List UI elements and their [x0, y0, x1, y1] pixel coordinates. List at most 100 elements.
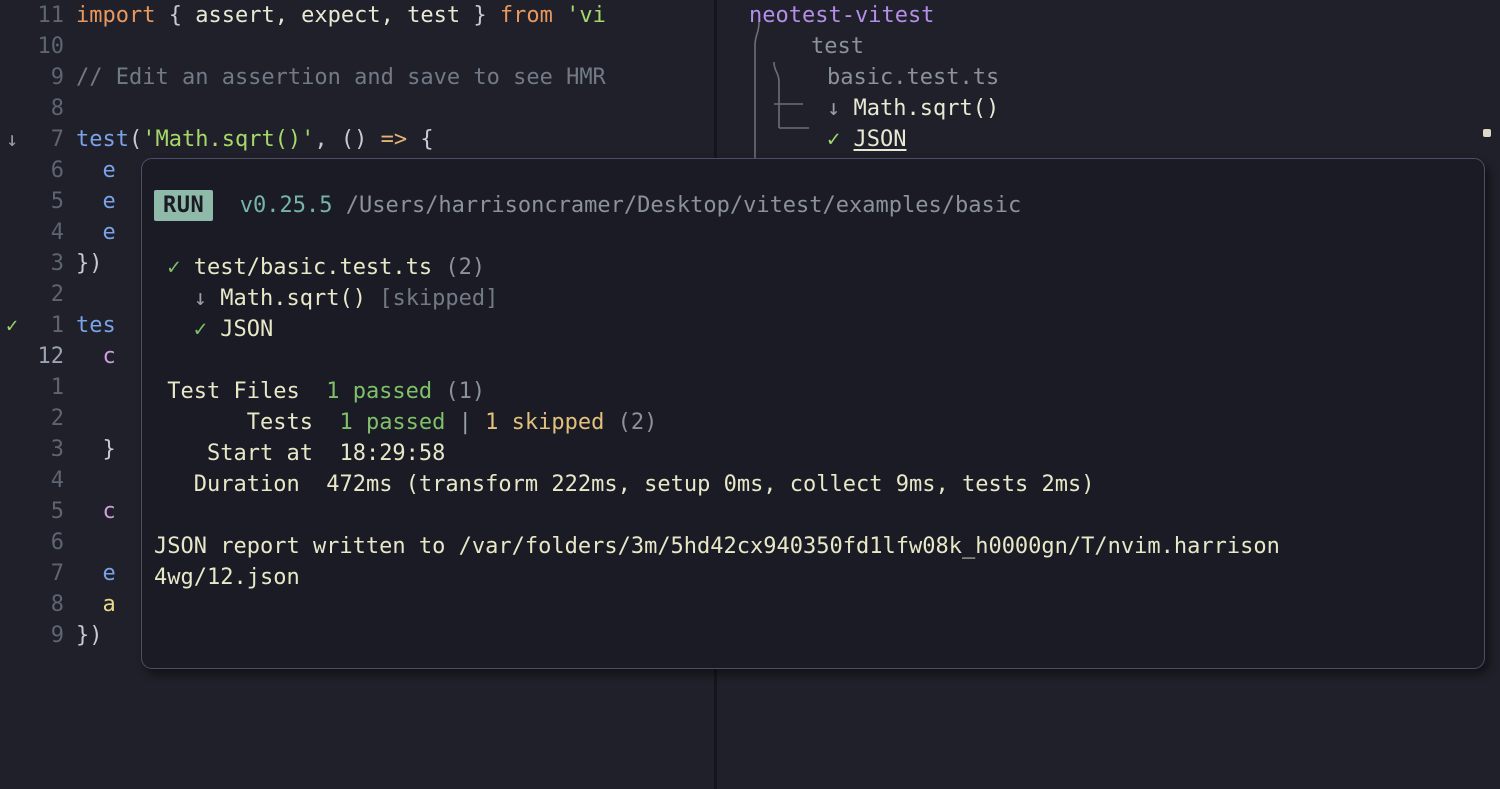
- code-line[interactable]: 11 import { assert, expect, test } from '…: [0, 0, 714, 31]
- run-badge: RUN: [154, 190, 214, 221]
- code-line[interactable]: 8: [0, 93, 714, 124]
- line-number: 5: [50, 499, 64, 524]
- tree-item-4[interactable]: ✓ JSON: [717, 124, 1500, 155]
- tests-total: (2): [617, 410, 658, 435]
- code-text: // Edit an assertion and save to see HMR: [76, 65, 606, 90]
- gutter-empty: [0, 434, 24, 465]
- run-header-row: RUN v0.25.5 /Users/harrisoncramer/Deskto…: [142, 190, 1484, 221]
- code-text: e: [102, 158, 116, 183]
- test-file-count: (2): [445, 255, 486, 280]
- neovim-window: 11 import { assert, expect, test } from '…: [0, 0, 1500, 789]
- line-number: 1: [50, 313, 64, 338]
- tree-row-list: neotest-vitest test basic.test.ts ↓ Math.sq…: [717, 0, 1500, 155]
- test-output-content: RUN v0.25.5 /Users/harrisoncramer/Deskto…: [142, 159, 1484, 668]
- line-number: 12: [37, 344, 65, 369]
- json-report-row-1: JSON report written to /var/folders/3m/5…: [142, 531, 1484, 562]
- skip-arrow-icon: ↓: [193, 286, 207, 311]
- gutter-empty: [0, 589, 24, 620]
- tree-skip-arrow-icon: ↓: [827, 96, 854, 121]
- code-text: }): [76, 251, 103, 276]
- test-case-skipped-row: ↓ Math.sqrt() [skipped]: [142, 283, 1484, 314]
- json-report-row-2: 4wg/12.json: [142, 562, 1484, 593]
- gutter-empty: [0, 372, 24, 403]
- tree-item-label: basic.test.ts: [827, 65, 1000, 90]
- gutter-empty: [0, 0, 24, 31]
- line-number: 5: [50, 189, 64, 214]
- test-files-total: (1): [445, 379, 486, 404]
- summary-duration-row: Duration 472ms (transform 222ms, setup 0…: [142, 469, 1484, 500]
- line-number: 3: [50, 251, 64, 276]
- gutter-empty: [0, 465, 24, 496]
- line-number: 9: [50, 623, 64, 648]
- status-dot-icon: [1483, 129, 1491, 137]
- test-files-passed: 1 passed: [326, 379, 433, 404]
- duration-label: Duration: [193, 472, 300, 497]
- tests-passed: 1 passed: [339, 410, 446, 435]
- tree-item-label: neotest-vitest: [749, 3, 935, 28]
- json-report-path-line2: 4wg/12.json: [154, 565, 300, 590]
- pass-check-icon: ✓: [193, 317, 207, 342]
- test-case-passed-row: ✓ JSON: [142, 314, 1484, 345]
- code-text: c: [102, 344, 116, 369]
- start-at-value: 18:29:58: [339, 441, 446, 466]
- code-text: }: [76, 437, 116, 462]
- summary-start-at-row: Start at 18:29:58: [142, 438, 1484, 469]
- code-text: e: [102, 561, 116, 586]
- tree-item-0[interactable]: neotest-vitest: [717, 0, 1500, 31]
- test-output-floating-window[interactable]: RUN v0.25.5 /Users/harrisoncramer/Deskto…: [141, 158, 1485, 669]
- gutter-empty: [0, 186, 24, 217]
- tree-item-label: JSON: [853, 127, 907, 152]
- code-text: e: [102, 220, 116, 245]
- gutter-empty: [0, 155, 24, 186]
- line-number: 4: [50, 468, 64, 493]
- line-number: 7: [50, 561, 64, 586]
- tests-label: Tests: [246, 410, 313, 435]
- gutter-empty: [0, 279, 24, 310]
- line-number: 7: [50, 127, 64, 152]
- line-number: 8: [50, 592, 64, 617]
- code-line[interactable]: 9 // Edit an assertion and save to see HM…: [0, 62, 714, 93]
- pass-check-icon: ✓: [167, 255, 181, 280]
- gutter-empty: [0, 217, 24, 248]
- gutter-empty: [0, 341, 24, 372]
- line-number: 9: [50, 65, 64, 90]
- tree-item-1[interactable]: test: [717, 31, 1500, 62]
- tests-skipped: 1 skipped: [485, 410, 605, 435]
- gutter-empty: [0, 403, 24, 434]
- spacer-row: [142, 345, 1484, 376]
- test-file-name: test/basic.test.ts: [193, 255, 433, 280]
- line-number: 3: [50, 437, 64, 462]
- vitest-version: v0.25.5: [239, 193, 333, 218]
- gutter-empty: [0, 248, 24, 279]
- code-text: }): [76, 623, 103, 648]
- code-text: e: [102, 189, 116, 214]
- line-number: 6: [50, 530, 64, 555]
- gutter-empty: [0, 93, 24, 124]
- line-number: 1: [50, 375, 64, 400]
- line-number: 8: [50, 96, 64, 121]
- skipped-tag: [skipped]: [379, 286, 499, 311]
- spacer-row: [142, 221, 1484, 252]
- gutter-empty: [0, 496, 24, 527]
- tree-item-3[interactable]: ↓ Math.sqrt(): [717, 93, 1500, 124]
- code-line[interactable]: 10: [0, 31, 714, 62]
- tree-item-2[interactable]: basic.test.ts: [717, 62, 1500, 93]
- spacer-row: [142, 500, 1484, 531]
- gutter-empty: [0, 620, 24, 651]
- line-number: 10: [37, 34, 65, 59]
- line-number: 4: [50, 220, 64, 245]
- tree-item-label: test: [811, 34, 864, 59]
- summary-tests-row: Tests 1 passed | 1 skipped (2): [142, 407, 1484, 438]
- line-number: 6: [50, 158, 64, 183]
- code-text: tes: [76, 313, 116, 338]
- summary-test-files-row: Test Files 1 passed (1): [142, 376, 1484, 407]
- start-at-label: Start at: [206, 441, 313, 466]
- test-file-row: ✓ test/basic.test.ts (2): [142, 252, 1484, 283]
- duration-value: 472ms (transform 222ms, setup 0ms, colle…: [326, 472, 1095, 497]
- skipped-test-name: Math.sqrt(): [220, 286, 366, 311]
- gutter-empty: [0, 527, 24, 558]
- spacer-row: [142, 159, 1484, 190]
- gutter-empty: [0, 62, 24, 93]
- line-number: 2: [50, 282, 64, 307]
- code-line[interactable]: ↓ 7 test('Math.sqrt()', () => {: [0, 124, 714, 155]
